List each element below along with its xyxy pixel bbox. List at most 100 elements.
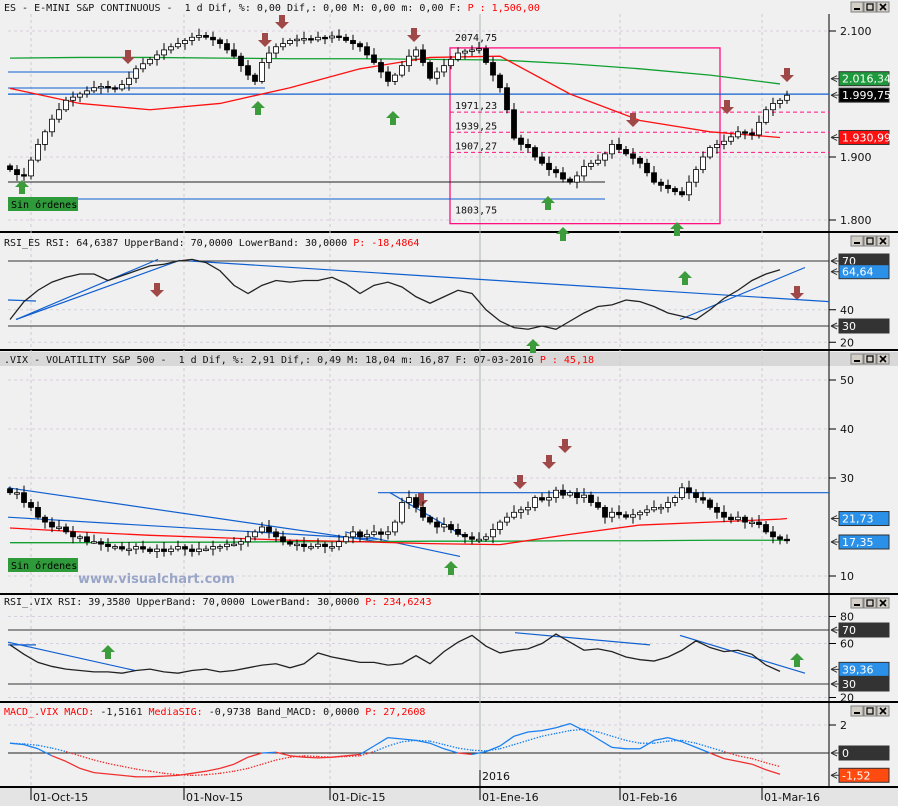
macd-line-segment [261,751,277,754]
pane-window-controls [850,705,890,717]
minimize-button[interactable] [850,705,864,717]
candle-body [294,38,300,42]
macd-header-part: MACD_.VIX MACD: [4,707,94,718]
candle-body [651,506,657,511]
fib-level-label: 1907,27 [455,141,497,152]
candle-body [105,86,111,89]
maximize-button[interactable] [863,597,877,609]
orders-badge: Sin órdenes [11,199,77,211]
candle-body [665,502,671,508]
candle-body [602,506,608,518]
minimize-button[interactable] [850,1,864,13]
candle-body [56,526,62,529]
es-axis-label: 2.100 [840,25,872,38]
minimize-button[interactable] [850,235,864,247]
close-button[interactable] [876,235,890,247]
x-axis-label: 01-Oct-15 [33,791,88,804]
x-axis-label: 01-Feb-16 [622,791,677,804]
price-tag-last: 1.999,75 [842,89,891,102]
x-axis-label: 01-Dic-15 [332,791,386,804]
candle-body [672,497,678,503]
rsi-vix-header-part: RSI_.VIX RSI: 39,3580 UpperBand: 70,0000… [4,597,365,608]
candle-body [189,36,195,41]
candle-body [259,62,265,82]
macd-axis-label: 2 [840,719,847,732]
year-label: 2016 [482,770,510,783]
minimize-icon [854,242,860,244]
close-button[interactable] [876,353,890,365]
candle-body [280,43,286,48]
candle-body [658,181,664,186]
candle-body [784,538,790,542]
candle-body [700,156,706,170]
rsi-lower-tag: 30 [842,320,856,333]
candle-body [77,93,83,98]
minimize-button[interactable] [850,353,864,365]
minimize-icon [854,360,860,362]
candle-body [252,531,258,538]
candle-body [490,62,496,76]
candle-body [546,497,552,501]
maximize-button[interactable] [863,353,877,365]
candle-body [147,58,153,65]
candle-body [392,74,398,82]
candle-body [378,62,384,73]
close-button[interactable] [876,1,890,13]
candle-body [413,49,419,57]
rsi-es-axis-label: 40 [840,304,854,317]
candle-body [630,514,636,518]
candle-body [322,36,328,40]
candle-body [483,48,489,63]
candle-body [735,516,741,521]
close-button[interactable] [876,597,890,609]
candle-body [434,71,440,79]
candle-body [126,77,132,85]
pane-window-controls [850,235,890,247]
candle-body [518,137,524,145]
candle-body [7,488,13,494]
candle-body [280,536,286,543]
candle-body [308,546,314,549]
candle-body [518,509,524,513]
maximize-button[interactable] [863,705,877,717]
maximize-button[interactable] [863,1,877,13]
candle-body [168,46,174,51]
candle-body [728,516,734,521]
close-button[interactable] [876,705,890,717]
macd-header-part: -0,9738 Band_MACD: 0,0000 [203,707,366,718]
macd-line-segment [303,756,319,759]
vix-header: .VIX - VOLATILITY S&P 500 - 1 d Dif, %: … [4,355,594,366]
candle-body [637,157,643,164]
candle-body [385,71,391,82]
price-tag-ma-slow: 2.016,34 [842,73,891,86]
candle-body [595,159,601,164]
candle-body [539,156,545,164]
candle-body [588,162,594,167]
candle-body [42,516,48,523]
candle-body [231,49,237,57]
candle-body [182,546,188,550]
candle-body [532,497,538,508]
candle-body [203,35,209,38]
candle-body [245,65,251,76]
candle-body [308,38,314,41]
vix-axis-label: 30 [840,472,854,485]
candle-body [63,526,69,533]
macd-line-segment [163,774,179,777]
maximize-button[interactable] [863,235,877,247]
candle-body [448,524,454,530]
candle-body [126,548,132,551]
candle-body [469,536,475,540]
candle-body [490,529,496,538]
candle-body [210,36,216,41]
candle-body [238,541,244,545]
minimize-button[interactable] [850,597,864,609]
es-candle [28,156,34,180]
candle-body [707,499,713,508]
fib-level-label: 1939,25 [455,121,497,132]
candle-body [742,516,748,523]
candle-body [476,538,482,542]
pane-window-controls [850,353,890,365]
candle-body [7,165,13,171]
es-candle [707,145,713,160]
